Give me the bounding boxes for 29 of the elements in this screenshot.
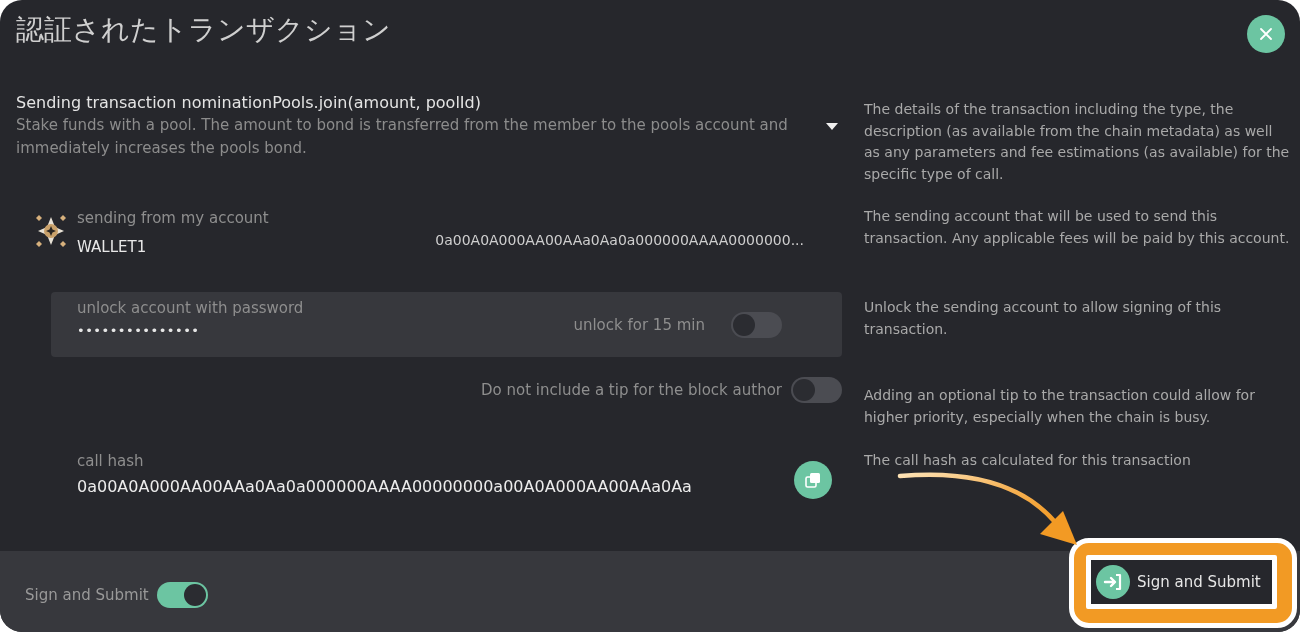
help-text: The call hash as calculated for this transaction — [864, 451, 1191, 470]
toggle-label: Do not include a tip for the block author — [480, 380, 782, 400]
transaction-description: Stake funds with a pool. The amount to bond is transferred from the member to the pools account and immediately increases the pools bond. — [16, 115, 789, 159]
account-label: sending from my account — [77, 208, 269, 228]
caret-icon[interactable] — [826, 122, 838, 130]
copy-button[interactable] — [794, 461, 832, 499]
toggle-switch[interactable] — [791, 377, 842, 403]
call-hash-value: 0a00A0A000AA00AAa0Aa0a000000AAAA00000000a00A0A000AA00AAa0Aa — [77, 476, 692, 498]
submit-button[interactable]: Sign and Submit — [1091, 560, 1272, 604]
account-address: 0a00A0A000AA00AAa0Aa0a000000AAAA0000000... — [435, 231, 804, 249]
toggle-switch[interactable] — [156, 582, 208, 608]
copy-icon — [805, 472, 821, 488]
help-text: The sending account that will be used to send this transaction. Any applicable fees will be paid by this account. — [864, 207, 1290, 248]
account-avatar-icon — [35, 212, 67, 250]
help-text: Unlock the sending account to allow signing of this transaction. — [864, 298, 1223, 339]
toggle-label: unlock for 15 min — [573, 314, 705, 335]
field-label: unlock account with password — [77, 298, 304, 318]
toggle-switch[interactable] — [731, 311, 782, 338]
help-text: Adding an optional tip to the transaction could allow for higher priority, especially when the chain is busy. — [864, 386, 1256, 427]
password-field[interactable]: ••••••••••••••• — [77, 322, 277, 340]
close-icon — [1260, 28, 1272, 40]
dialog-title: 認証されたトランザクション — [16, 12, 391, 48]
account-name: WALLET1 — [77, 237, 148, 257]
toggle-label: Sign and Submit — [25, 585, 149, 605]
close-button[interactable] — [1247, 15, 1285, 53]
transaction-heading: Sending transaction nominationPools.join(amount, poolId) — [16, 92, 482, 114]
sign-in-icon — [1096, 565, 1130, 599]
call-hash-label: call hash — [77, 451, 145, 471]
help-text: The details of the transaction including the type, the description (as available from the chain metadata) as well as any parameters and fee estimations (as available) for the specific type of call. — [864, 100, 1290, 184]
